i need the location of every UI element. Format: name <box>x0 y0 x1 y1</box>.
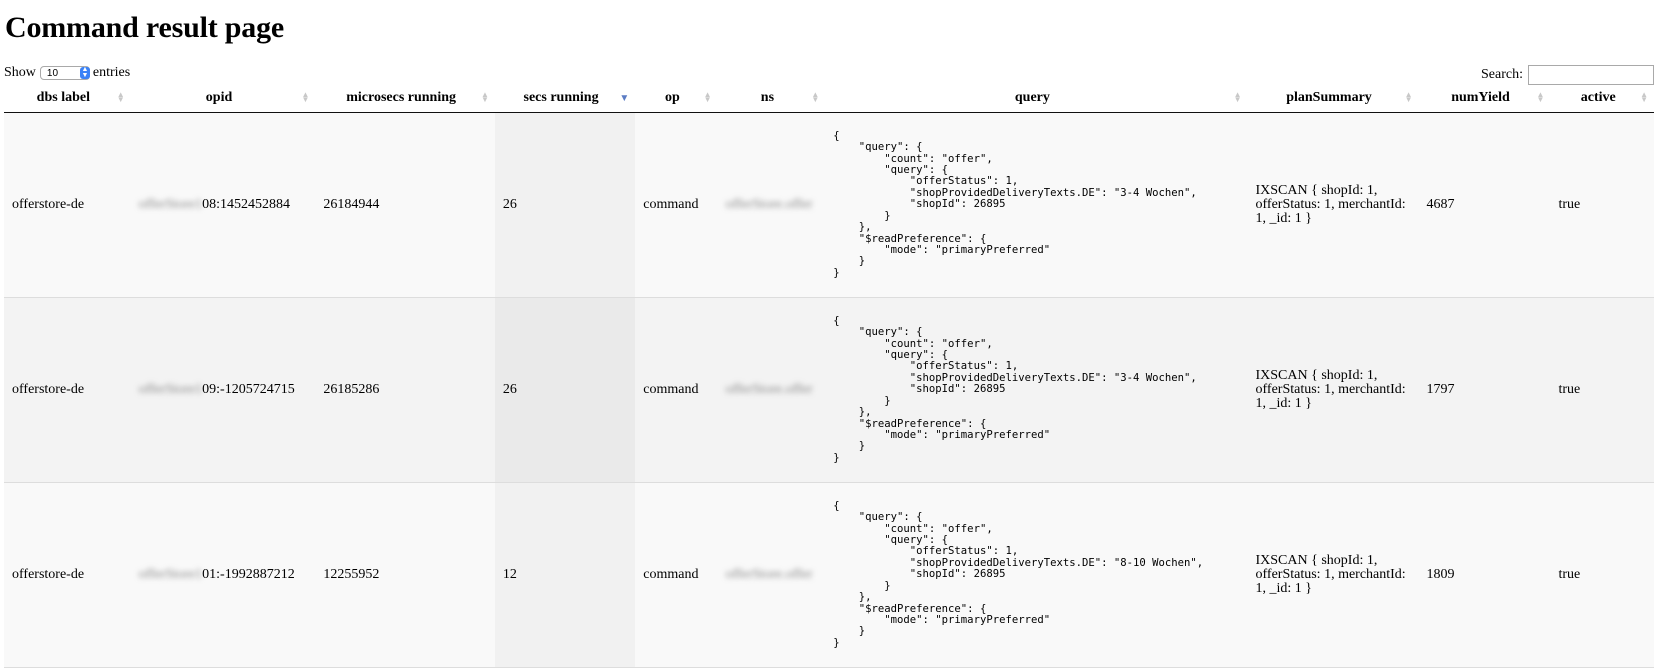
cell-op: command <box>635 482 718 668</box>
column-header-numyield[interactable]: numYield ▲ ▼ <box>1418 84 1551 113</box>
entries-length-control: Show 10 ▲ ▼ entries <box>4 65 130 81</box>
cell-query: { "query": { "count": "offer", "query": … <box>825 482 1248 668</box>
column-header-query[interactable]: query ▲ ▼ <box>825 84 1248 113</box>
cell-plan-summary: IXSCAN { shopId: 1, offerStatus: 1, merc… <box>1247 482 1419 668</box>
cell-ns: offerStore.offer <box>717 482 826 668</box>
column-header-active[interactable]: active ▲ ▼ <box>1550 84 1654 113</box>
cell-secs-running: 26 <box>494 297 636 483</box>
cell-dbs-label: offerstore-de <box>4 112 131 298</box>
search-label: Search: <box>1481 67 1523 82</box>
cell-dbs-label: offerstore-de <box>4 297 131 483</box>
sort-both-icon: ▲ ▼ <box>1233 90 1242 104</box>
sort-both-icon: ▲ ▼ <box>480 90 489 104</box>
cell-numyield: 1809 <box>1418 482 1551 668</box>
redacted-opid-prefix: offerStore1 <box>138 382 203 397</box>
query-json: { "query": { "count": "offer", "query": … <box>833 314 1197 464</box>
cell-secs-running: 26 <box>494 112 636 298</box>
cell-active: true <box>1550 112 1654 298</box>
entries-select-value: 10 <box>46 67 59 79</box>
show-label: Show <box>4 65 36 80</box>
cell-numyield: 4687 <box>1418 112 1551 298</box>
cell-plan-summary: IXSCAN { shopId: 1, offerStatus: 1, merc… <box>1247 112 1419 298</box>
sort-both-icon: ▲ ▼ <box>1536 90 1545 104</box>
cell-microsecs-running: 26185286 <box>315 297 495 483</box>
redacted-opid-prefix: offerStore1 <box>138 567 203 582</box>
cell-query: { "query": { "count": "offer", "query": … <box>825 112 1248 298</box>
cell-active: true <box>1550 297 1654 483</box>
column-header-microsecs-running[interactable]: microsecs running ▲ ▼ <box>315 84 495 113</box>
select-stepper-icon: ▲ ▼ <box>79 66 90 79</box>
query-json: { "query": { "count": "offer", "query": … <box>833 129 1197 279</box>
cell-secs-running: 12 <box>494 482 636 668</box>
sort-descending-icon: ▼ <box>619 93 630 104</box>
page-title: Command result page <box>5 11 284 44</box>
table-row: offerstore-de offerStore101:-1992887212 … <box>4 482 1654 668</box>
sort-both-icon: ▲ ▼ <box>811 90 820 104</box>
column-header-opid[interactable]: opid ▲ ▼ <box>130 84 316 113</box>
redacted-opid-prefix: offerStore1 <box>138 197 203 212</box>
opid-suffix: 09:-1205724715 <box>202 382 295 397</box>
cell-ns: offerStore.offer <box>717 297 826 483</box>
table-header-row: dbs label ▲ ▼ opid ▲ ▼ microsecs running ▲ ▼ s… <box>4 84 1654 113</box>
cell-plan-summary: IXSCAN { shopId: 1, offerStatus: 1, merc… <box>1247 297 1419 483</box>
redacted-namespace: offerStore.offer <box>725 197 813 212</box>
search-control: Search: <box>1481 65 1654 85</box>
column-header-ns[interactable]: ns ▲ ▼ <box>717 84 826 113</box>
redacted-namespace: offerStore.offer <box>725 382 813 397</box>
cell-opid: offerStore109:-1205724715 <box>130 297 316 483</box>
column-header-plansummary[interactable]: planSummary ▲ ▼ <box>1247 84 1419 113</box>
results-table: dbs label ▲ ▼ opid ▲ ▼ microsecs running ▲ ▼ s… <box>4 84 1654 668</box>
sort-both-icon: ▲ ▼ <box>301 90 310 104</box>
cell-query: { "query": { "count": "offer", "query": … <box>825 297 1248 483</box>
opid-suffix: 01:-1992887212 <box>202 567 295 582</box>
cell-microsecs-running: 12255952 <box>315 482 495 668</box>
column-header-dbs-label[interactable]: dbs label ▲ ▼ <box>4 84 131 113</box>
column-header-op[interactable]: op ▲ ▼ <box>635 84 718 113</box>
table-row: offerstore-de offerStore108:1452452884 2… <box>4 112 1654 298</box>
cell-ns: offerStore.offer <box>717 112 826 298</box>
search-input[interactable] <box>1528 65 1654 85</box>
cell-opid: offerStore108:1452452884 <box>130 112 316 298</box>
cell-active: true <box>1550 482 1654 668</box>
cell-numyield: 1797 <box>1418 297 1551 483</box>
cell-dbs-label: offerstore-de <box>4 482 131 668</box>
sort-both-icon: ▲ ▼ <box>703 90 712 104</box>
sort-both-icon: ▲ ▼ <box>1404 90 1413 104</box>
column-header-secs-running[interactable]: secs running ▼ <box>494 84 636 113</box>
sort-both-icon: ▲ ▼ <box>116 90 125 104</box>
table-row: offerstore-de offerStore109:-1205724715 … <box>4 297 1654 483</box>
cell-microsecs-running: 26184944 <box>315 112 495 298</box>
cell-op: command <box>635 112 718 298</box>
entries-label: entries <box>92 65 131 80</box>
entries-select[interactable]: 10 ▲ ▼ <box>39 66 90 80</box>
sort-both-icon: ▲ ▼ <box>1640 90 1648 104</box>
redacted-namespace: offerStore.offer <box>725 567 813 582</box>
cell-opid: offerStore101:-1992887212 <box>130 482 316 668</box>
opid-suffix: 08:1452452884 <box>202 197 291 212</box>
cell-op: command <box>635 297 718 483</box>
